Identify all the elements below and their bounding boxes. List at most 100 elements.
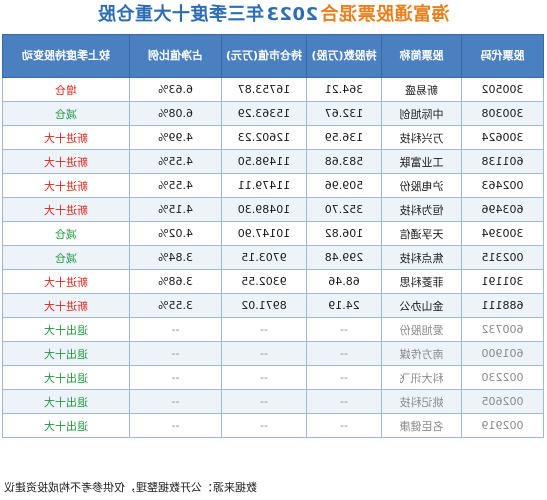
cell-change: 减仓 (2, 221, 130, 246)
col-header-pct: 占净值比例 (129, 34, 222, 78)
cell-value: 8971.02 (221, 293, 307, 318)
holdings-infographic: 海富通股票混合2023年三季度十大重仓股 股票代码 股票简称 持股数(万股) 持… (0, 0, 547, 500)
cell-code: 002463 (461, 173, 544, 198)
cell-pct: 4.55% (129, 173, 222, 198)
cell-shares: -- (306, 389, 382, 414)
cell-change: 退出十大 (2, 365, 130, 390)
cell-shares: -- (306, 317, 382, 342)
cell-change: 新进十大 (2, 197, 130, 222)
holdings-table: 股票代码 股票简称 持股数(万股) 持仓市值(万元) 占净值比例 较上季度持股变… (2, 34, 544, 438)
table-row: 002463 沪电股份 509.96 11479.11 4.55% 新进十大 (2, 173, 544, 198)
cell-pct: 4.15% (129, 197, 222, 222)
cell-code: 600732 (461, 317, 544, 342)
cell-pct: 4.55% (129, 149, 222, 174)
cell-change: 新进十大 (2, 149, 130, 174)
cell-pct: -- (129, 389, 222, 414)
cell-pct: 6.63% (129, 77, 222, 102)
cell-change: 新进十大 (2, 173, 130, 198)
cell-pct: -- (129, 365, 222, 390)
table-row: 601138 工业富联 583.68 11498.50 4.55% 新进十大 (2, 149, 544, 174)
cell-change: 减仓 (2, 101, 130, 126)
cell-code: 300308 (461, 101, 544, 126)
cell-value: -- (221, 341, 307, 366)
page-title: 海富通股票混合2023年三季度十大重仓股 (0, 0, 547, 30)
table-row: 688111 金山办公 24.19 8971.02 3.55% 新进十大 (2, 293, 544, 318)
col-header-code: 股票代码 (461, 34, 544, 78)
table-row: 600732 爱旭股份 -- -- -- 退出十大 (2, 317, 544, 342)
cell-value: 9703.15 (221, 245, 307, 270)
title-fund-name: 海富通股票混合 (320, 4, 450, 25)
cell-name: 新易盛 (381, 77, 462, 102)
cell-shares: 24.19 (306, 293, 382, 318)
cell-change: 退出十大 (2, 341, 130, 366)
cell-code: 300624 (461, 125, 544, 150)
cell-pct: 4.99% (129, 125, 222, 150)
cell-name: 金山办公 (381, 293, 462, 318)
cell-value: 11479.11 (221, 173, 307, 198)
cell-name: 姚记科技 (381, 389, 462, 414)
table-row: 603496 恒为科技 352.70 10489.30 4.15% 新进十大 (2, 197, 544, 222)
cell-shares: -- (306, 341, 382, 366)
cell-name: 中际旭创 (381, 101, 462, 126)
cell-name: 科大讯飞 (381, 365, 462, 390)
cell-value: 11498.50 (221, 149, 307, 174)
cell-change: 新进十大 (2, 125, 130, 150)
cell-shares: 68.46 (306, 269, 382, 294)
cell-value: 10489.30 (221, 197, 307, 222)
col-header-change: 较上季度持股变动 (2, 34, 130, 78)
table-row: 002605 姚记科技 -- -- -- 退出十大 (2, 389, 544, 414)
title-year: 2023 (265, 4, 319, 25)
table-row: 301191 菲菱科思 68.46 9302.55 3.68% 新进十大 (2, 269, 544, 294)
cell-change: 增仓 (2, 77, 130, 102)
cell-shares: -- (306, 413, 382, 438)
cell-name: 名臣健康 (381, 413, 462, 438)
cell-code: 002605 (461, 389, 544, 414)
cell-value: -- (221, 413, 307, 438)
cell-shares: -- (306, 365, 382, 390)
title-text: 年三季度十大重仓股 (97, 4, 264, 25)
cell-name: 恒为科技 (381, 197, 462, 222)
cell-pct: 3.55% (129, 293, 222, 318)
table-row: 002919 名臣健康 -- -- -- 退出十大 (2, 413, 544, 438)
cell-value: 10147.90 (221, 221, 307, 246)
table-row: 300502 新易盛 364.21 16753.87 6.63% 增仓 (2, 77, 544, 102)
cell-code: 688111 (461, 293, 544, 318)
cell-name: 爱旭股份 (381, 317, 462, 342)
col-header-name: 股票简称 (381, 34, 462, 78)
cell-value: -- (221, 389, 307, 414)
cell-shares: 299.48 (306, 245, 382, 270)
cell-code: 603496 (461, 197, 544, 222)
cell-code: 301191 (461, 269, 544, 294)
cell-name: 菲菱科思 (381, 269, 462, 294)
cell-shares: 352.70 (306, 197, 382, 222)
col-header-shares: 持股数(万股) (306, 34, 382, 78)
cell-change: 退出十大 (2, 389, 130, 414)
cell-shares: 136.59 (306, 125, 382, 150)
cell-change: 退出十大 (2, 413, 130, 438)
cell-code: 601900 (461, 341, 544, 366)
cell-name: 焦点科技 (381, 245, 462, 270)
table-row: 300624 万兴科技 136.59 12602.23 4.99% 新进十大 (2, 125, 544, 150)
cell-code: 002230 (461, 365, 544, 390)
cell-shares: 132.67 (306, 101, 382, 126)
cell-pct: -- (129, 413, 222, 438)
cell-change: 新进十大 (2, 293, 130, 318)
cell-name: 工业富联 (381, 149, 462, 174)
cell-code: 300502 (461, 77, 544, 102)
cell-code: 002919 (461, 413, 544, 438)
cell-value: 9302.55 (221, 269, 307, 294)
cell-pct: 6.08% (129, 101, 222, 126)
cell-value: -- (221, 317, 307, 342)
table-header-row: 股票代码 股票简称 持股数(万股) 持仓市值(万元) 占净值比例 较上季度持股变… (2, 34, 544, 78)
cell-code: 601138 (461, 149, 544, 174)
cell-pct: -- (129, 317, 222, 342)
table-row: 601900 南方传媒 -- -- -- 退出十大 (2, 341, 544, 366)
cell-value: 16753.87 (221, 77, 307, 102)
cell-pct: 3.68% (129, 269, 222, 294)
cell-value: 12602.23 (221, 125, 307, 150)
col-header-value: 持仓市值(万元) (221, 34, 307, 78)
table-row: 002230 科大讯飞 -- -- -- 退出十大 (2, 365, 544, 390)
cell-shares: 106.82 (306, 221, 382, 246)
cell-shares: 509.96 (306, 173, 382, 198)
cell-pct: 3.84% (129, 245, 222, 270)
